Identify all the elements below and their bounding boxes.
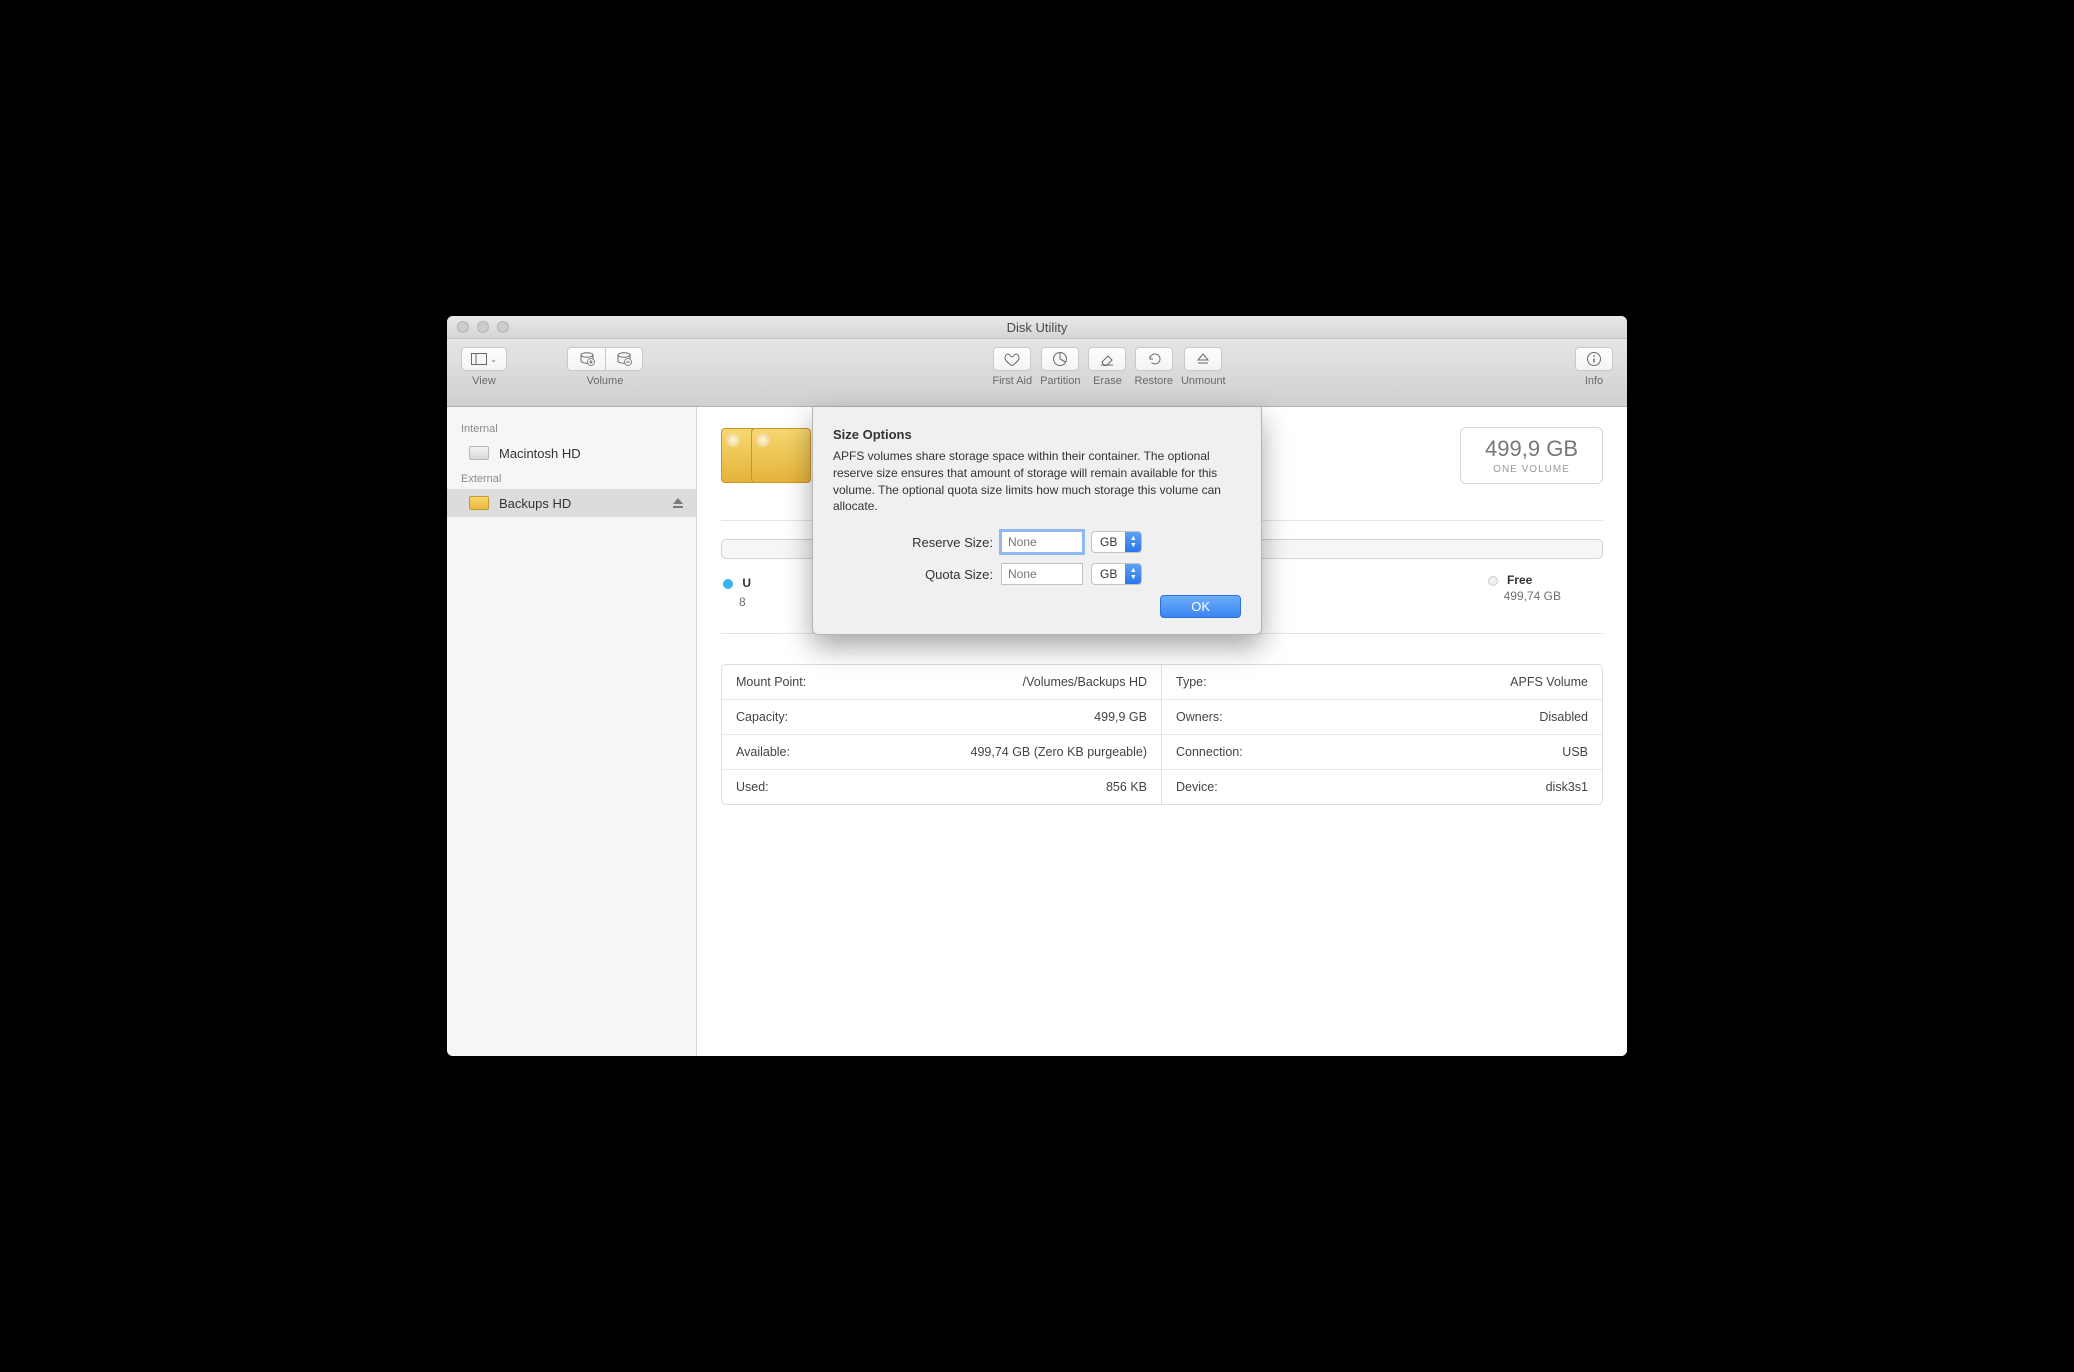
reserve-size-label: Reserve Size: <box>883 535 993 550</box>
size-box: 499,9 GB ONE VOLUME <box>1460 427 1603 484</box>
detail-device: Device: disk3s1 <box>1162 770 1602 804</box>
quota-size-input[interactable] <box>1001 563 1083 585</box>
ok-button[interactable]: OK <box>1160 595 1241 618</box>
view-label: View <box>472 375 496 387</box>
details-table: Mount Point: /Volumes/Backups HD Capacit… <box>721 664 1603 805</box>
erase-label: Erase <box>1093 375 1122 387</box>
restore-icon <box>1146 352 1162 366</box>
sidebar-header-external: External <box>447 467 696 489</box>
quota-unit-select[interactable]: GB ▲▼ <box>1091 563 1142 585</box>
unmount-label: Unmount <box>1181 375 1226 387</box>
quota-size-row: Quota Size: GB ▲▼ <box>833 563 1241 585</box>
unmount-icon <box>1196 352 1210 366</box>
volume-remove-icon <box>616 352 632 366</box>
first-aid-icon <box>1003 352 1021 366</box>
detail-available: Available: 499,74 GB (Zero KB purgeable) <box>722 735 1161 770</box>
volume-add-button[interactable] <box>567 347 605 371</box>
partition-icon <box>1052 351 1068 367</box>
unmount-button[interactable] <box>1184 347 1222 371</box>
sheet-description: APFS volumes share storage space within … <box>833 448 1241 515</box>
detail-connection: Connection: USB <box>1162 735 1602 770</box>
free-value: 499,74 GB <box>1504 589 1561 603</box>
sidebar: Internal Macintosh HD External Backups H… <box>447 407 697 1056</box>
sidebar-item-macintosh-hd[interactable]: Macintosh HD <box>447 439 696 467</box>
view-button[interactable]: ⌄ <box>461 347 507 371</box>
window-title: Disk Utility <box>447 320 1627 335</box>
external-disk-icon <box>469 496 489 510</box>
sidebar-item-label: Backups HD <box>499 496 571 511</box>
partition-label: Partition <box>1040 375 1080 387</box>
volume-remove-button[interactable] <box>605 347 643 371</box>
erase-icon <box>1099 352 1115 366</box>
reserve-size-input[interactable] <box>1001 531 1083 553</box>
size-options-sheet: Size Options APFS volumes share storage … <box>812 407 1262 635</box>
info-label: Info <box>1585 375 1603 387</box>
erase-button[interactable] <box>1088 347 1126 371</box>
volume-icon <box>751 428 811 483</box>
free-dot-icon <box>1488 576 1498 586</box>
volume-add-icon <box>579 352 595 366</box>
internal-disk-icon <box>469 446 489 460</box>
stepper-icon: ▲▼ <box>1125 563 1141 585</box>
reserve-size-row: Reserve Size: GB ▲▼ <box>833 531 1241 553</box>
detail-type: Type: APFS Volume <box>1162 665 1602 700</box>
zoom-button[interactable] <box>497 321 509 333</box>
eject-icon[interactable] <box>672 497 684 509</box>
legend-free: Free 499,74 GB <box>1488 573 1561 609</box>
used-dot-icon <box>723 579 733 589</box>
minimize-button[interactable] <box>477 321 489 333</box>
window-controls <box>447 321 509 333</box>
toolbar: ⌄ View Volume First <box>447 339 1627 407</box>
info-button[interactable] <box>1575 347 1613 371</box>
detail-mount-point: Mount Point: /Volumes/Backups HD <box>722 665 1161 700</box>
sidebar-item-label: Macintosh HD <box>499 446 581 461</box>
restore-button[interactable] <box>1135 347 1173 371</box>
disk-utility-window: Disk Utility ⌄ View Volume <box>447 316 1627 1056</box>
volume-label: Volume <box>587 375 624 387</box>
sidebar-icon <box>471 353 487 365</box>
first-aid-button[interactable] <box>993 347 1031 371</box>
unit-label: GB <box>1092 567 1125 581</box>
first-aid-label: First Aid <box>992 375 1032 387</box>
detail-capacity: Capacity: 499,9 GB <box>722 700 1161 735</box>
stepper-icon: ▲▼ <box>1125 531 1141 553</box>
partition-button[interactable] <box>1041 347 1079 371</box>
detail-used: Used: 856 KB <box>722 770 1161 804</box>
volume-count: ONE VOLUME <box>1485 464 1578 475</box>
sidebar-item-backups-hd[interactable]: Backups HD <box>447 489 696 517</box>
sidebar-header-internal: Internal <box>447 417 696 439</box>
close-button[interactable] <box>457 321 469 333</box>
titlebar: Disk Utility <box>447 316 1627 339</box>
quota-size-label: Quota Size: <box>883 567 993 582</box>
info-icon <box>1586 351 1602 367</box>
restore-label: Restore <box>1134 375 1173 387</box>
unit-label: GB <box>1092 535 1125 549</box>
reserve-unit-select[interactable]: GB ▲▼ <box>1091 531 1142 553</box>
used-label: U <box>742 576 751 590</box>
free-label: Free <box>1507 573 1532 587</box>
total-size: 499,9 GB <box>1485 436 1578 462</box>
sheet-title: Size Options <box>833 427 1241 442</box>
detail-owners: Owners: Disabled <box>1162 700 1602 735</box>
